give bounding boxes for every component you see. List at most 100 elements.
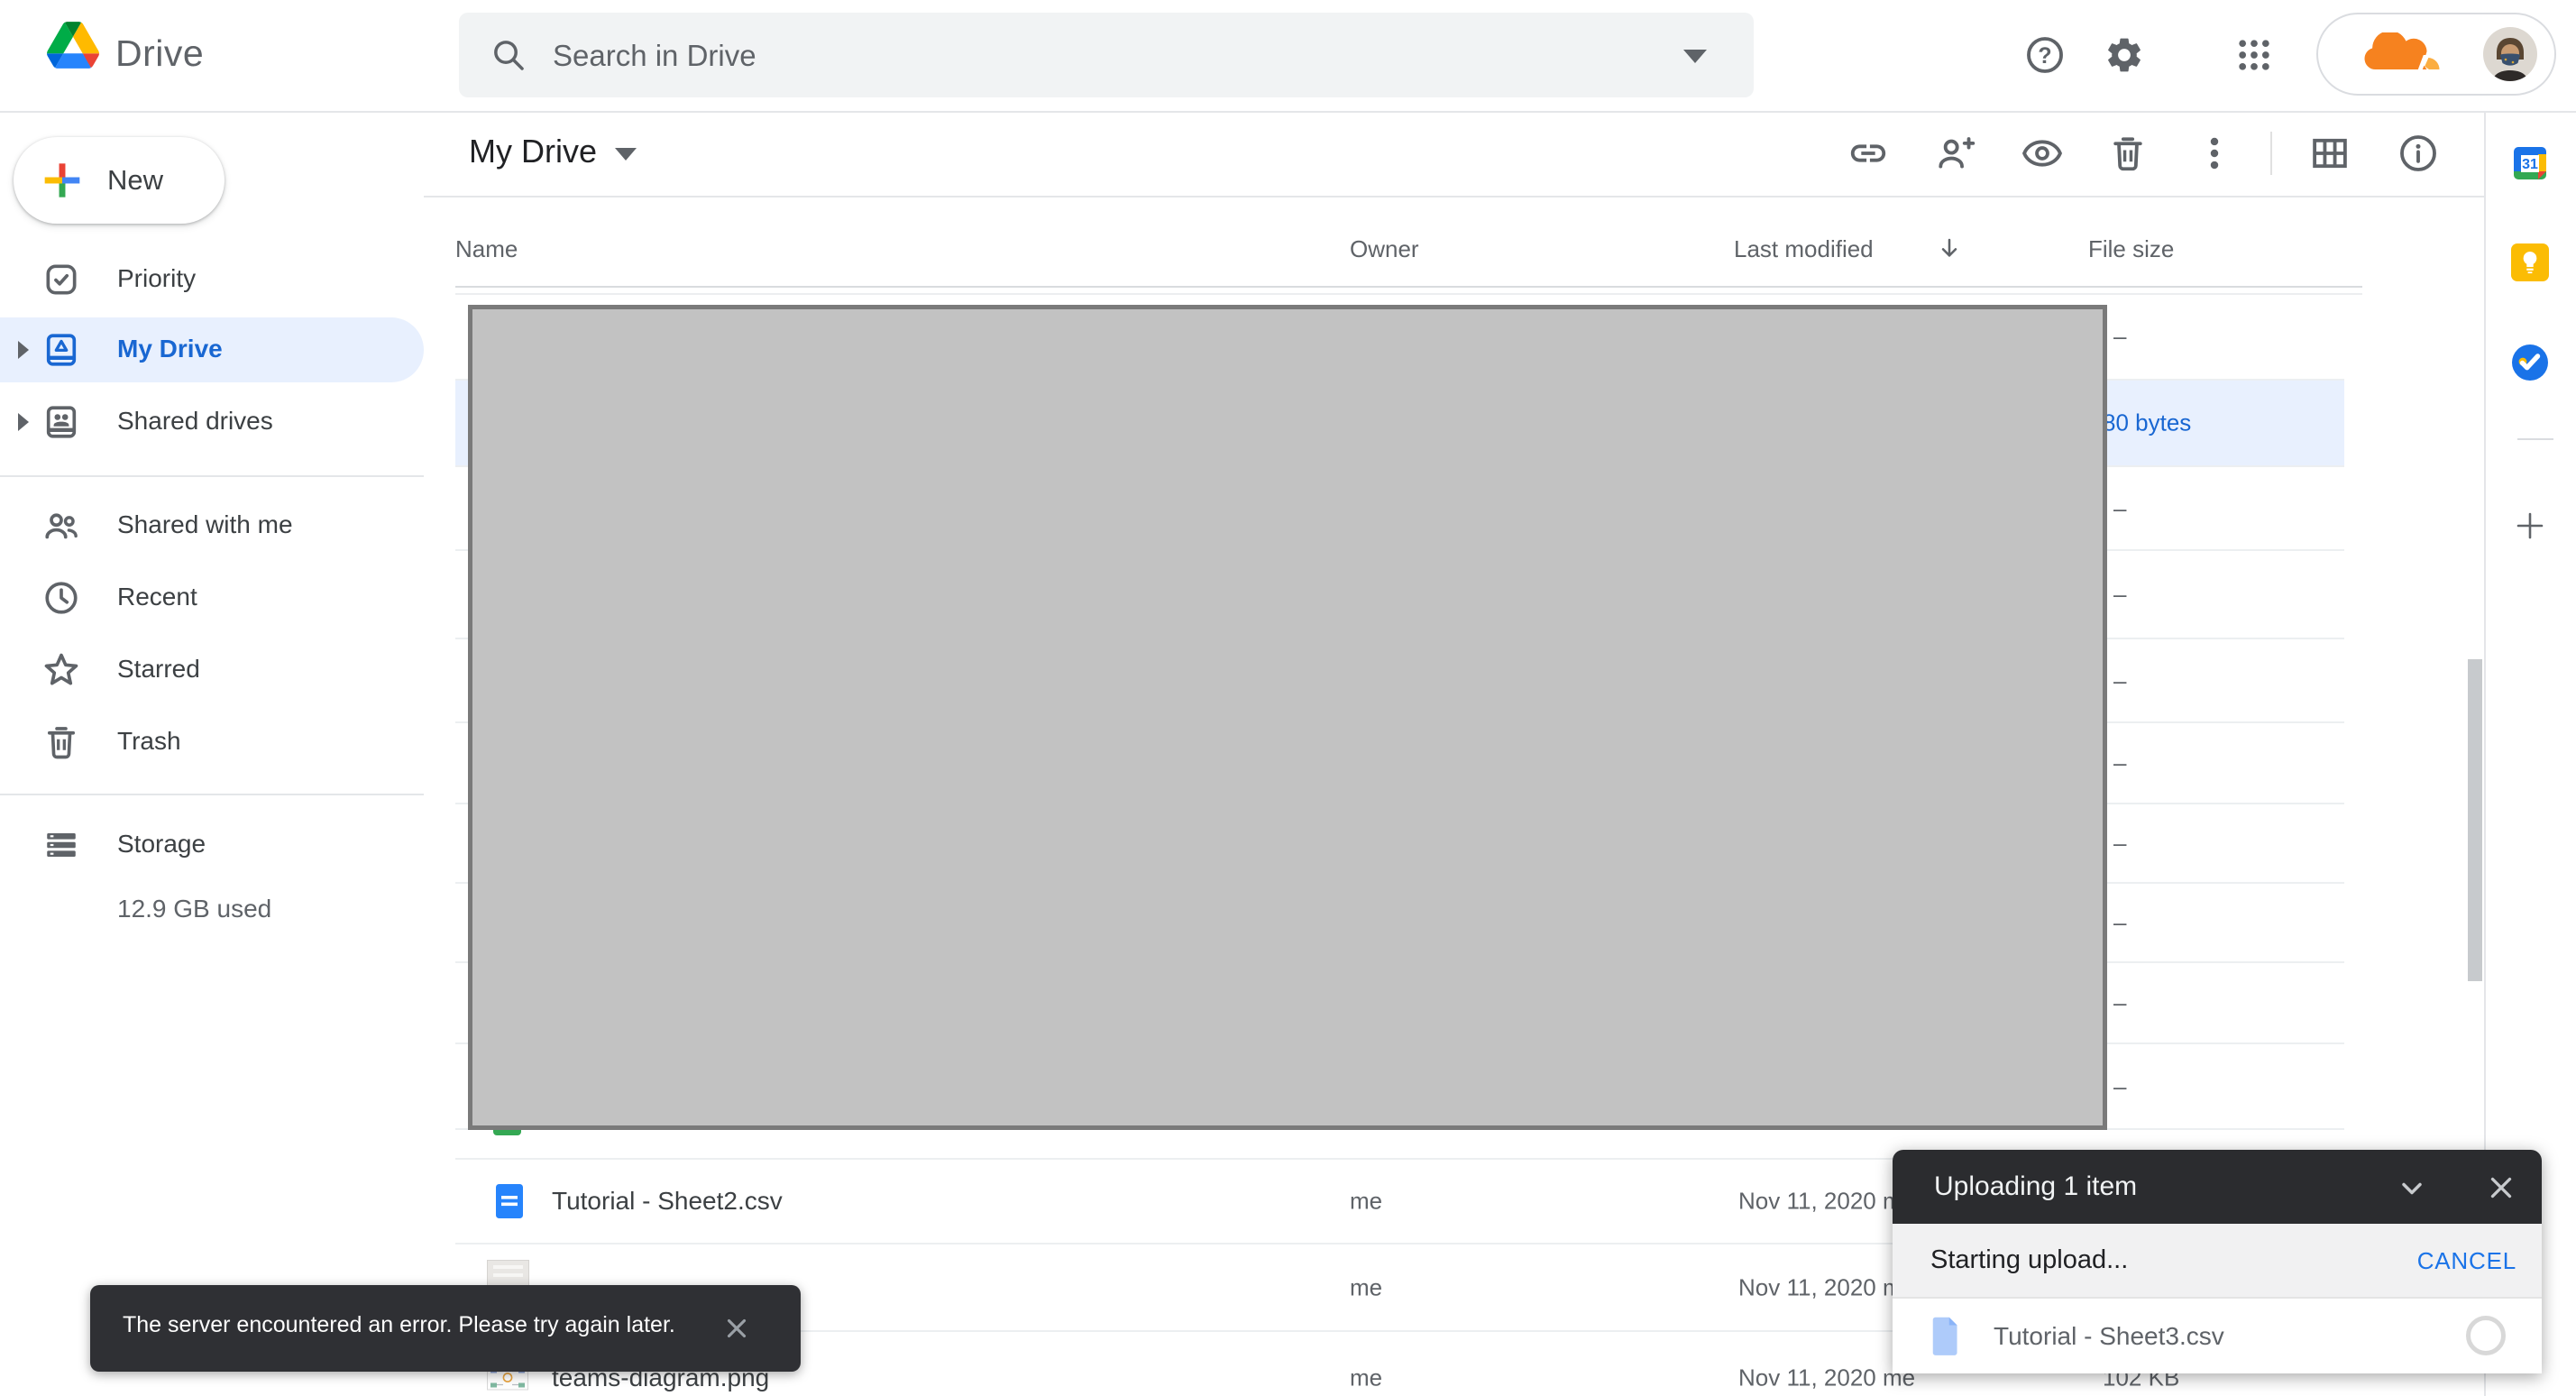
sidebar-item-label: Storage — [117, 830, 206, 859]
file-owner: me — [1350, 1188, 1382, 1216]
toast-message: The server encountered an error. Please … — [123, 1312, 714, 1338]
toolbar-divider — [424, 196, 2486, 197]
cancel-upload-button[interactable]: CANCEL — [2417, 1247, 2516, 1275]
vertical-scrollbar[interactable] — [2468, 659, 2482, 981]
page-title[interactable]: My Drive — [469, 133, 597, 170]
sidebar-item-label: Priority — [117, 264, 196, 293]
hidden-sheet-icon — [493, 1130, 521, 1135]
preview-eye-icon[interactable] — [2021, 133, 2063, 174]
upload-panel: Uploading 1 item Starting upload... CANC… — [1893, 1150, 2542, 1373]
sidebar-item-storage[interactable]: Storage — [0, 813, 424, 877]
sidebar-item-trash[interactable]: Trash — [0, 710, 424, 775]
avatar — [2483, 27, 2537, 81]
file-owner: me — [1350, 1364, 1382, 1391]
get-link-icon[interactable] — [1847, 133, 1889, 174]
trash-icon — [41, 722, 81, 762]
column-header-name[interactable]: Name — [455, 235, 518, 263]
app-name: Drive — [115, 32, 204, 75]
upload-progress-spinner — [2466, 1316, 2506, 1355]
search-options-chevron-icon[interactable] — [1683, 50, 1707, 63]
sidebar-item-shared-drives[interactable]: Shared drives — [0, 390, 424, 455]
upload-status-row: Starting upload... CANCEL — [1893, 1224, 2542, 1299]
error-toast: The server encountered an error. Please … — [90, 1285, 801, 1372]
upload-panel-header: Uploading 1 item — [1893, 1150, 2542, 1224]
new-plus-icon — [41, 159, 84, 202]
sort-descending-icon[interactable] — [1935, 234, 1964, 263]
search-placeholder: Search in Drive — [553, 39, 756, 73]
delete-icon[interactable] — [2107, 133, 2149, 174]
add-addon-plus-icon[interactable] — [2512, 508, 2548, 544]
column-header-last-modified[interactable]: Last modified — [1734, 235, 1874, 263]
header-divider — [455, 286, 2362, 288]
file-modified: Nov 11, 2020 me — [1738, 1188, 1915, 1216]
my-drive-icon — [41, 330, 81, 370]
csv-file-icon — [495, 1183, 524, 1219]
minimize-chevron-icon[interactable] — [2396, 1172, 2428, 1205]
upload-file-row[interactable]: Tutorial - Sheet3.csv — [1893, 1299, 2542, 1373]
help-icon[interactable]: ? — [2024, 34, 2066, 76]
google-drive-window: Drive Search in Drive ? — [0, 0, 2576, 1396]
tasks-icon[interactable] — [2508, 341, 2552, 384]
svg-text:?: ? — [2038, 43, 2051, 69]
image-file-thumbnail — [487, 1260, 529, 1287]
file-size-cell: – — [2113, 323, 2126, 351]
topbar: Drive Search in Drive ? — [0, 0, 2576, 111]
upload-title: Uploading 1 item — [1934, 1171, 2137, 1202]
file-modified: Nov 11, 2020 me — [1738, 1364, 1915, 1391]
new-button[interactable]: New — [14, 137, 225, 224]
close-upload-icon[interactable] — [2484, 1171, 2518, 1205]
sidebar-divider — [0, 475, 424, 477]
starred-icon — [41, 650, 81, 690]
settings-gear-icon[interactable] — [2104, 34, 2145, 76]
sidebar-item-priority[interactable]: Priority — [0, 247, 424, 312]
info-icon[interactable] — [2397, 133, 2439, 174]
file-size-cell: – — [2113, 830, 2126, 858]
storage-icon — [41, 825, 81, 865]
new-button-label: New — [107, 164, 163, 197]
sidebar-item-label: Trash — [117, 727, 181, 756]
file-owner: me — [1350, 1273, 1382, 1301]
uploading-file-icon — [1930, 1316, 1962, 1356]
file-size-cell: 80 bytes — [2103, 409, 2191, 437]
shared-with-me-icon — [41, 506, 81, 546]
sidebar-item-label: Shared with me — [117, 510, 293, 539]
sidebar-item-label: Shared drives — [117, 407, 273, 436]
priority-icon — [41, 260, 81, 299]
sidebar-item-label: Recent — [117, 583, 197, 611]
sidebar-item-recent[interactable]: Recent — [0, 565, 424, 630]
sidebar-item-starred[interactable]: Starred — [0, 638, 424, 703]
storage-used-label: 12.9 GB used — [117, 895, 271, 923]
sidebar-item-shared-with-me[interactable]: Shared with me — [0, 493, 424, 558]
google-apps-grid-icon[interactable] — [2234, 35, 2274, 75]
sidebar-divider — [0, 794, 424, 795]
sidebar-item-label: Starred — [117, 655, 200, 684]
file-size-cell: – — [2113, 749, 2126, 777]
column-header-file-size[interactable]: File size — [2088, 235, 2174, 263]
search-input[interactable]: Search in Drive — [459, 13, 1754, 97]
share-person-add-icon[interactable] — [1934, 133, 1976, 174]
file-modified: Nov 11, 2020 me — [1738, 1273, 1915, 1301]
file-size-cell: – — [2113, 666, 2126, 694]
drive-logo-icon[interactable] — [47, 22, 99, 69]
sidebar-item-label: My Drive — [117, 335, 223, 363]
file-size-cell: – — [2113, 494, 2126, 522]
column-header-owner[interactable]: Owner — [1350, 235, 1419, 263]
calendar-icon[interactable]: 31 — [2508, 142, 2552, 185]
my-drive-dropdown-icon[interactable] — [615, 148, 637, 161]
cloudflare-logo-icon — [2354, 32, 2444, 78]
keep-icon[interactable] — [2508, 241, 2552, 284]
grayed-out-region — [468, 305, 2107, 1130]
grid-view-icon[interactable] — [2309, 133, 2351, 174]
svg-text:31: 31 — [2522, 157, 2538, 172]
dismiss-toast-icon[interactable] — [721, 1313, 752, 1344]
recent-clock-icon — [41, 578, 81, 618]
upload-status-text: Starting upload... — [1930, 1245, 2128, 1275]
file-size-cell: – — [2113, 1072, 2126, 1100]
toolbar-separator — [2270, 132, 2272, 175]
sidebar-item-my-drive[interactable]: My Drive — [0, 317, 424, 382]
file-size-cell: – — [2113, 581, 2126, 609]
shared-drives-icon — [41, 402, 81, 442]
uploading-file-name: Tutorial - Sheet3.csv — [1994, 1322, 2224, 1351]
account-pill[interactable] — [2316, 13, 2556, 96]
more-actions-icon[interactable] — [2194, 133, 2235, 174]
